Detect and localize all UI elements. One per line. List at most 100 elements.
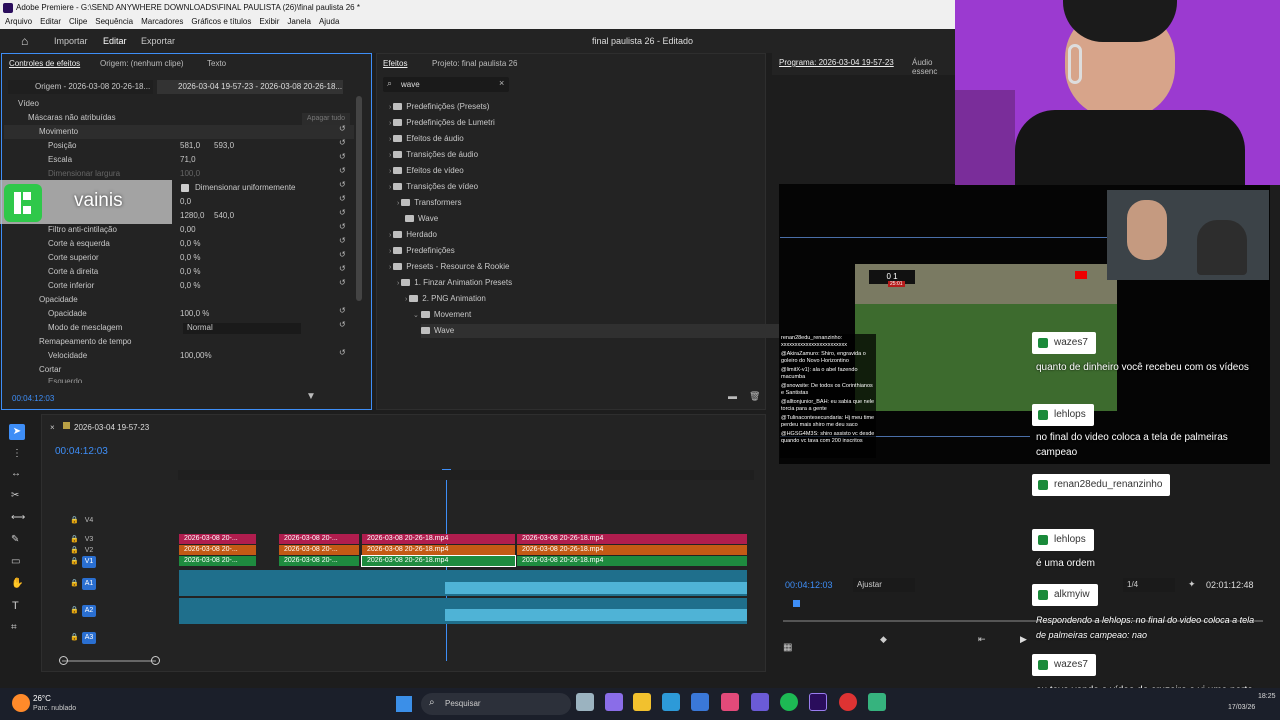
tab-effect-controls[interactable]: Controles de efeitos xyxy=(9,59,80,68)
file-explorer-icon[interactable] xyxy=(633,693,651,711)
reset-icon[interactable]: ↺ xyxy=(339,250,346,259)
grid-settings-icon[interactable]: ▦ xyxy=(783,642,792,653)
effects-tree-item[interactable]: › Predefinições xyxy=(389,244,455,258)
menu-graficos[interactable]: Gráficos e títulos xyxy=(191,17,251,26)
video-clip-v3[interactable]: 2026-03-08 20-... xyxy=(279,534,359,544)
tab-text[interactable]: Texto xyxy=(207,59,226,68)
chrome-icon[interactable] xyxy=(839,693,857,711)
video-clip-v2[interactable]: 2026-03-08 20-26-18.mp4 xyxy=(517,545,747,555)
timeline-zoom-bar[interactable] xyxy=(62,660,156,662)
marker-button[interactable]: ◆ xyxy=(880,634,887,645)
anchor-y-value[interactable]: 540,0 xyxy=(214,209,234,223)
reset-icon[interactable]: ↺ xyxy=(339,306,346,315)
track-label-a1[interactable]: A1 xyxy=(82,578,96,590)
taskview-icon[interactable] xyxy=(576,693,594,711)
reset-icon[interactable]: ↺ xyxy=(339,320,346,329)
fit-select[interactable]: Ajustar xyxy=(853,578,915,592)
reset-icon[interactable]: ↺ xyxy=(339,138,346,147)
tab-project[interactable]: Projeto: final paulista 26 xyxy=(432,59,517,68)
tab-source[interactable]: Origem: (nenhum clipe) xyxy=(100,59,184,68)
program-timecode[interactable]: 00:04:12:03 xyxy=(785,580,833,590)
track-label-a2[interactable]: A2 xyxy=(82,605,96,617)
menu-marcadores[interactable]: Marcadores xyxy=(141,17,183,26)
app2-icon[interactable] xyxy=(868,693,886,711)
lock-icon[interactable]: 🔒 xyxy=(70,579,79,587)
type-tool-icon[interactable]: T xyxy=(12,600,19,612)
reset-icon[interactable]: ↺ xyxy=(339,348,346,357)
razor-tool-icon[interactable]: ✂ xyxy=(11,490,19,501)
video-clip-v1[interactable]: 2026-03-08 20-... xyxy=(179,556,256,566)
menu-ajuda[interactable]: Ajuda xyxy=(319,17,339,26)
effects-tree-item[interactable]: Wave xyxy=(421,324,791,338)
store-icon[interactable] xyxy=(691,693,709,711)
video-clip-v1[interactable]: 2026-03-08 20-... xyxy=(279,556,359,566)
tab-essential-audio[interactable]: Áudio essenc xyxy=(912,58,955,76)
rectangle-tool-icon[interactable]: ▭ xyxy=(11,556,20,567)
premiere-taskbar-icon[interactable] xyxy=(809,693,827,711)
step-back-button[interactable]: ⇤ xyxy=(978,634,986,645)
reset-icon[interactable]: ↺ xyxy=(339,278,346,287)
position-y-value[interactable]: 593,0 xyxy=(214,139,234,153)
slip-tool-icon[interactable]: ⟷ xyxy=(11,512,25,523)
rotation-value[interactable]: 0,0 xyxy=(180,195,191,209)
tab-importar[interactable]: Importar xyxy=(54,29,88,53)
caption-tool-icon[interactable]: ⌗ xyxy=(11,622,17,633)
effects-tree-item[interactable]: › Transformers xyxy=(397,196,462,210)
chevron-icon[interactable]: ⌄ xyxy=(413,312,421,319)
speed-value[interactable]: 100,00% xyxy=(180,349,212,363)
effects-tree-item[interactable]: ⌄ Movement xyxy=(413,308,471,322)
zoom-handle-left[interactable] xyxy=(59,656,68,665)
effects-tree-item[interactable]: › Herdado xyxy=(389,228,437,242)
edge-icon[interactable] xyxy=(662,693,680,711)
time-ruler[interactable] xyxy=(178,470,754,480)
video-clip-v3[interactable]: 2026-03-08 20-26-18.mp4 xyxy=(517,534,747,544)
video-clip-v2[interactable]: 2026-03-08 20-26-18.mp4 xyxy=(362,545,515,555)
lock-icon[interactable]: 🔒 xyxy=(70,606,79,614)
close-sequence-icon[interactable]: × xyxy=(50,423,55,432)
position-x-value[interactable]: 581,0 xyxy=(180,139,200,153)
video-clip-v2[interactable]: 2026-03-08 20-... xyxy=(179,545,256,555)
menu-editar[interactable]: Editar xyxy=(40,17,61,26)
reset-icon[interactable]: ↺ xyxy=(339,208,346,217)
track-select-tool-icon[interactable]: ⋮ xyxy=(12,448,22,459)
reset-icon[interactable]: ↺ xyxy=(339,166,346,175)
crop-right-value[interactable]: 0,0 % xyxy=(180,265,200,279)
lock-icon[interactable]: 🔒 xyxy=(70,633,79,641)
selection-tool-icon[interactable]: ➤ xyxy=(9,424,25,440)
spotify-icon[interactable] xyxy=(780,693,798,711)
taskbar-search[interactable]: ⌕ Pesquisar xyxy=(421,693,571,715)
scale-value[interactable]: 71,0 xyxy=(180,153,196,167)
play-button[interactable]: ▶ xyxy=(1020,634,1027,645)
crop-left-value[interactable]: 0,0 % xyxy=(180,237,200,251)
menu-janela[interactable]: Janela xyxy=(287,17,311,26)
track-label-v1[interactable]: V1 xyxy=(82,556,96,568)
tab-effects[interactable]: Efeitos xyxy=(383,59,407,68)
effect-controls-timecode[interactable]: 00:04:12:03 xyxy=(12,394,54,403)
timeline-timecode[interactable]: 00:04:12:03 xyxy=(55,446,108,457)
windows-start-icon[interactable] xyxy=(396,696,412,712)
effects-tree-item[interactable]: › Presets - Resource & Rookie xyxy=(389,260,509,274)
crop-bottom-value[interactable]: 0,0 % xyxy=(180,279,200,293)
video-clip-v1[interactable]: 2026-03-08 20-26-18.mp4 xyxy=(517,556,747,566)
trash-icon[interactable]: 🗑 xyxy=(749,391,760,402)
clear-search-icon[interactable]: × xyxy=(499,78,504,88)
home-icon[interactable]: ⌂ xyxy=(21,29,28,53)
lock-icon[interactable]: 🔒 xyxy=(70,516,79,524)
program-playhead[interactable] xyxy=(793,600,800,607)
pen-tool-icon[interactable]: ✎ xyxy=(11,534,19,545)
reset-icon[interactable]: ↺ xyxy=(339,180,346,189)
track-label-v4[interactable]: V4 xyxy=(82,515,96,527)
sequence-clip-selector[interactable]: 2026-03-04 19-57-23 - 2026-03-08 20-26-1… xyxy=(157,80,343,94)
effects-tree-item[interactable]: Wave xyxy=(405,212,438,226)
menu-arquivo[interactable]: Arquivo xyxy=(5,17,32,26)
reset-icon[interactable]: ↺ xyxy=(339,194,346,203)
reset-icon[interactable]: ↺ xyxy=(339,236,346,245)
crop-top-value[interactable]: 0,0 % xyxy=(180,251,200,265)
time-remap-section[interactable]: Remapeamento de tempo xyxy=(39,335,132,349)
tab-program[interactable]: Programa: 2026-03-04 19-57-23 xyxy=(779,58,894,67)
copilot-icon[interactable] xyxy=(605,693,623,711)
source-clip-selector[interactable]: Origem - 2026-03-08 20-26-18... xyxy=(8,80,153,94)
video-clip-v3[interactable]: 2026-03-08 20-26-18.mp4 xyxy=(362,534,515,544)
reset-icon[interactable]: ↺ xyxy=(339,124,346,133)
menu-clipe[interactable]: Clipe xyxy=(69,17,87,26)
